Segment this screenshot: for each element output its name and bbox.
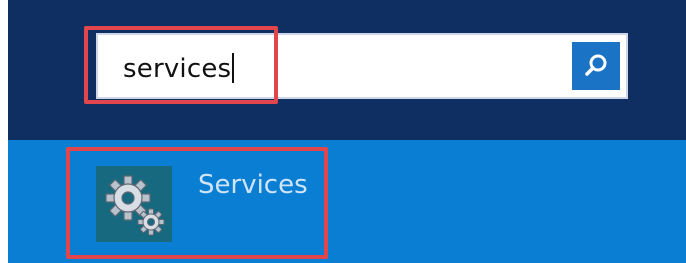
search-button[interactable] — [572, 42, 620, 90]
search-icon — [585, 54, 607, 76]
left-edge — [0, 0, 8, 263]
search-highlight-box — [84, 26, 278, 104]
result-highlight-box — [66, 147, 328, 259]
